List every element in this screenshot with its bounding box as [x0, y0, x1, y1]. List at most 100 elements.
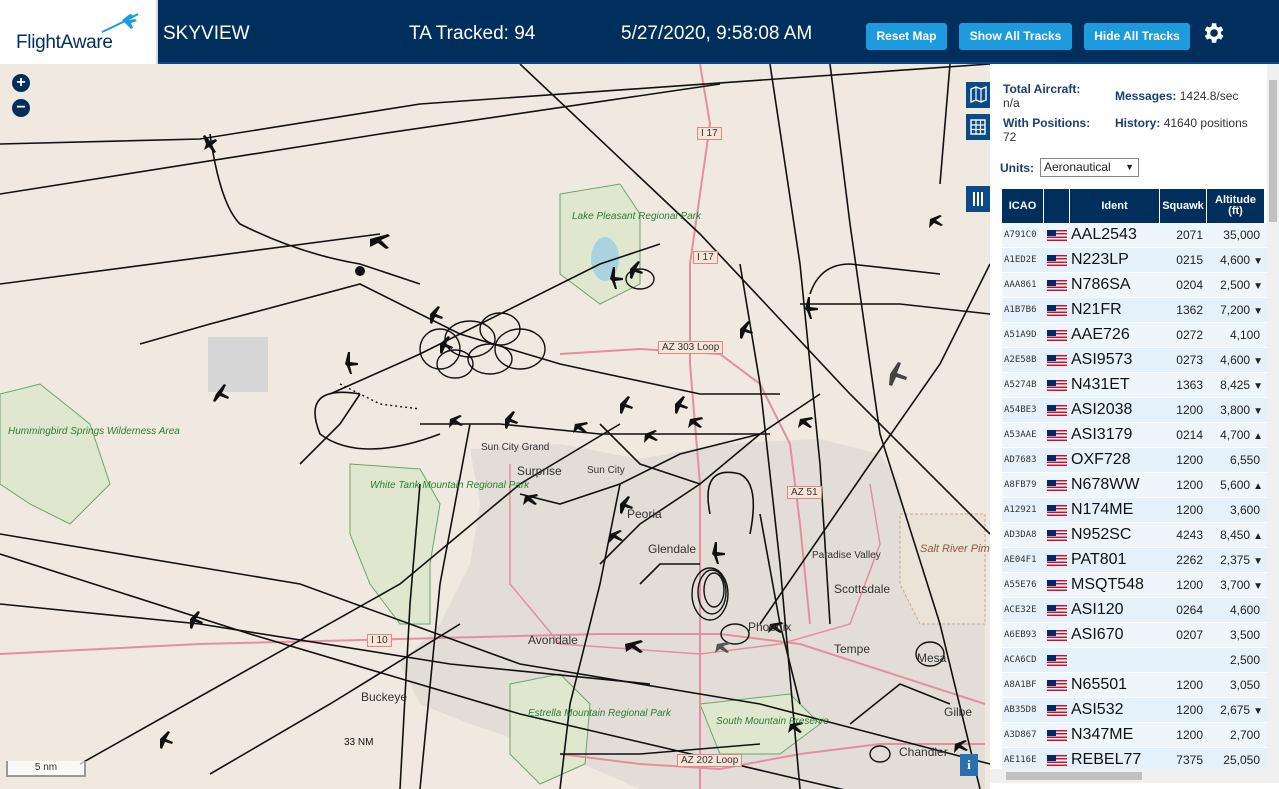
park-south-mountain: South Mountain Preserve [716, 716, 829, 727]
altitude-trend-icon: ▼ [1253, 556, 1263, 567]
waypoint-dot [355, 266, 365, 276]
scrollbar-thumb[interactable] [1006, 772, 1142, 780]
cell-squawk: 2262 [1176, 553, 1203, 567]
cell-flag [1044, 729, 1070, 741]
cell-squawk: 1200 [1176, 728, 1203, 742]
table-row[interactable]: A55E76 MSQT548 1200 3,700 ▼ [1002, 573, 1267, 598]
sidebar-vertical-scrollbar[interactable] [1267, 64, 1279, 774]
column-flag[interactable] [1044, 189, 1070, 223]
cell-squawk: 1200 [1176, 578, 1203, 592]
show-all-tracks-button[interactable]: Show All Tracks [959, 23, 1072, 50]
table-row[interactable]: A53AAE ASI3179 0214 4,700 ▲ [1002, 423, 1267, 448]
cell-ident: ASI120 [1071, 601, 1124, 618]
clock: 5/27/2020, 9:58:08 AM [621, 23, 813, 44]
map-canvas[interactable]: Surprise Sun City Sun City Grand Glendal… [0, 64, 990, 789]
cell-icao: A8FB79 [1004, 480, 1037, 490]
cell-icao: A53AAE [1004, 430, 1037, 440]
messages-label: Messages: [1115, 89, 1177, 103]
table-row[interactable]: A3D867 N347ME 1200 2,700 [1002, 723, 1267, 748]
table-body: A791C0 AAL2543 2071 35,000 A1ED2E N223LP 0215 4… [1002, 223, 1267, 773]
range-ring-label: 33 NM [344, 737, 374, 748]
table-row[interactable]: ACE32E ASI120 0264 4,600 [1002, 598, 1267, 623]
columns-icon [973, 192, 983, 206]
hide-all-tracks-button[interactable]: Hide All Tracks [1084, 23, 1190, 50]
place-scottsdale: Scottsdale [834, 582, 891, 596]
scrollbar-thumb[interactable] [1269, 80, 1277, 222]
cell-icao: A2E58B [1004, 355, 1037, 365]
table-row[interactable]: A791C0 AAL2543 2071 35,000 [1002, 223, 1267, 248]
table-row[interactable]: A2E58B ASI9573 0273 4,600 ▼ [1002, 348, 1267, 373]
cell-altitude: 4,600 ▼ [1207, 353, 1265, 367]
highway-i10: I 10 [367, 634, 392, 647]
info-button[interactable]: i [960, 754, 978, 776]
table-row[interactable]: AE04F1 PAT801 2262 2,375 ▼ [1002, 548, 1267, 573]
table-row[interactable]: ACA6CD 2,500 [1002, 648, 1267, 673]
table-row[interactable]: A12921 N174ME 1200 3,600 [1002, 498, 1267, 523]
table-row[interactable]: A6EB93 ASI670 0207 3,500 [1002, 623, 1267, 648]
table-row[interactable]: A5274B N431ET 1363 8,425 ▼ [1002, 373, 1267, 398]
altitude-trend-icon: ▼ [1253, 581, 1263, 592]
altitude-value: 2,500 [1220, 278, 1251, 292]
cell-ident: REBEL77 [1071, 751, 1142, 768]
table-row[interactable]: AAA861 N786SA 0204 2,500 ▼ [1002, 273, 1267, 298]
cell-icao: A791C0 [1004, 230, 1037, 240]
cell-icao: ACA6CD [1004, 655, 1037, 665]
highway-az51: AZ 51 [787, 486, 822, 499]
cell-altitude: 3,050 [1207, 678, 1265, 692]
urban-area [400, 439, 985, 789]
column-icao[interactable]: ICAO [1002, 189, 1044, 223]
grid-toggle-button[interactable] [966, 114, 990, 140]
table-row[interactable]: A1B7B6 N21FR 1362 7,200 ▼ [1002, 298, 1267, 323]
place-paradise-valley: Paradise Valley [812, 550, 881, 561]
aircraft-table: ICAO Ident Squawk Altitude (ft) A791C0 AA… [1002, 189, 1267, 773]
cell-altitude: 8,425 ▼ [1207, 378, 1265, 392]
column-squawk[interactable]: Squawk [1160, 189, 1207, 223]
table-row[interactable]: A1ED2E N223LP 0215 4,600 ▼ [1002, 248, 1267, 273]
aircraft-icon [889, 362, 907, 386]
table-row[interactable]: AB35D8 ASI532 1200 2,675 ▼ [1002, 698, 1267, 723]
reset-map-button[interactable]: Reset Map [866, 23, 947, 50]
table-row[interactable]: AD3DA8 N952SC 4243 8,450 ▲ [1002, 523, 1267, 548]
cell-altitude: 2,700 [1207, 728, 1265, 742]
table-row[interactable]: A8A1BF N65501 1200 3,050 [1002, 673, 1267, 698]
zoom-in-button[interactable]: + [12, 74, 30, 92]
cell-icao: AE116E [1004, 755, 1037, 765]
cell-squawk: 0207 [1176, 628, 1203, 642]
cell-altitude: 3,800 ▼ [1207, 403, 1265, 417]
columns-toggle-button[interactable] [966, 186, 990, 212]
flightaware-logo[interactable]: FlightAware [0, 0, 158, 64]
table-row[interactable]: A8FB79 N678WW 1200 5,600 ▲ [1002, 473, 1267, 498]
place-mesa: Mesa [917, 651, 947, 665]
cell-altitude: 4,600 ▼ [1207, 253, 1265, 267]
column-ident[interactable]: Ident [1070, 189, 1160, 223]
table-row[interactable]: A51A9D AAE726 0272 4,100 [1002, 323, 1267, 348]
altitude-value: 3,700 [1220, 578, 1251, 592]
highway-i17-north: I 17 [697, 127, 722, 140]
zoom-out-button[interactable]: − [12, 99, 30, 117]
history-label: History: [1115, 116, 1161, 130]
table-row[interactable]: AD7683 OXF728 1200 6,550 [1002, 448, 1267, 473]
us-flag-icon [1047, 354, 1067, 366]
cell-flag [1044, 529, 1070, 541]
us-flag-icon [1047, 629, 1067, 641]
cell-altitude: 2,500 [1207, 653, 1265, 667]
sidebar-horizontal-scrollbar[interactable] [990, 769, 1279, 783]
cell-ident: AAE726 [1071, 326, 1130, 343]
map-layers-button[interactable] [966, 82, 990, 108]
cell-icao: A8A1BF [1004, 680, 1037, 690]
aircraft-icon [805, 297, 818, 319]
cell-squawk: 1200 [1176, 453, 1203, 467]
grid-icon [970, 119, 986, 135]
cell-altitude: 4,700 ▲ [1207, 428, 1265, 442]
gear-icon[interactable] [1200, 20, 1226, 46]
place-sun-city-grand: Sun City Grand [481, 442, 550, 453]
table-row[interactable]: A54BE3 ASI2038 1200 3,800 ▼ [1002, 398, 1267, 423]
with-positions-label: With Positions: [1003, 116, 1091, 130]
cell-ident: N786SA [1071, 276, 1131, 293]
cell-flag [1044, 554, 1070, 566]
place-chandler: Chandler [899, 745, 948, 759]
column-altitude[interactable]: Altitude (ft) [1207, 189, 1265, 223]
aircraft-icon [449, 415, 463, 428]
altitude-value: 5,600 [1220, 478, 1251, 492]
units-select[interactable]: Aeronautical ▼ [1040, 158, 1139, 177]
